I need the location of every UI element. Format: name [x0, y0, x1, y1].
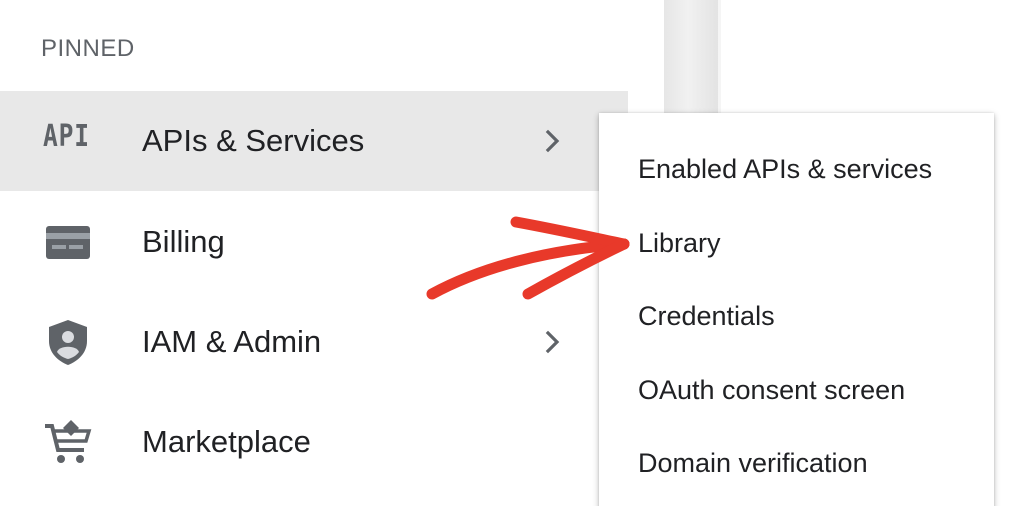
- shield-user-icon: [49, 320, 87, 365]
- nav-item-billing[interactable]: Billing: [0, 192, 628, 292]
- submenu-item-oauth-consent[interactable]: OAuth consent screen: [599, 353, 994, 426]
- nav-item-label: Marketplace: [142, 424, 311, 459]
- nav-item-label: IAM & Admin: [142, 324, 322, 359]
- nav-item-iam-admin[interactable]: IAM & Admin: [0, 292, 628, 392]
- cart-icon: [45, 420, 92, 463]
- pinned-section-heading: PINNED: [41, 35, 135, 62]
- submenu-item-credentials[interactable]: Credentials: [599, 279, 994, 352]
- submenu-item-label: Enabled APIs & services: [638, 154, 933, 184]
- console-navigation-screen: PINNED API APIs & Services Billing IAM &…: [0, 0, 1024, 506]
- nav-item-label: Billing: [142, 224, 225, 259]
- nav-item-label: APIs & Services: [142, 123, 365, 158]
- submenu-item-label: Library: [638, 228, 721, 258]
- submenu-item-label: Credentials: [638, 301, 775, 331]
- chevron-right-icon: [545, 330, 560, 354]
- submenu-item-label: OAuth consent screen: [638, 375, 906, 405]
- navigation-menu: PINNED API APIs & Services Billing IAM &…: [0, 0, 628, 506]
- nav-item-apis-services[interactable]: API APIs & Services: [0, 91, 628, 191]
- api-icon: API: [43, 119, 90, 154]
- submenu-item-enabled-apis[interactable]: Enabled APIs & services: [599, 132, 994, 205]
- background-scrollbar: [664, 0, 718, 115]
- billing-card-icon: [46, 226, 90, 259]
- background-scrollbar-edge: [718, 0, 721, 115]
- submenu-item-label: Domain verification: [638, 448, 868, 478]
- submenu-item-library[interactable]: Library: [599, 206, 994, 279]
- submenu-item-domain-verification[interactable]: Domain verification: [599, 426, 994, 499]
- nav-item-marketplace[interactable]: Marketplace: [0, 392, 628, 492]
- apis-services-submenu: Enabled APIs & services Library Credenti…: [599, 113, 994, 506]
- chevron-right-icon: [545, 129, 560, 153]
